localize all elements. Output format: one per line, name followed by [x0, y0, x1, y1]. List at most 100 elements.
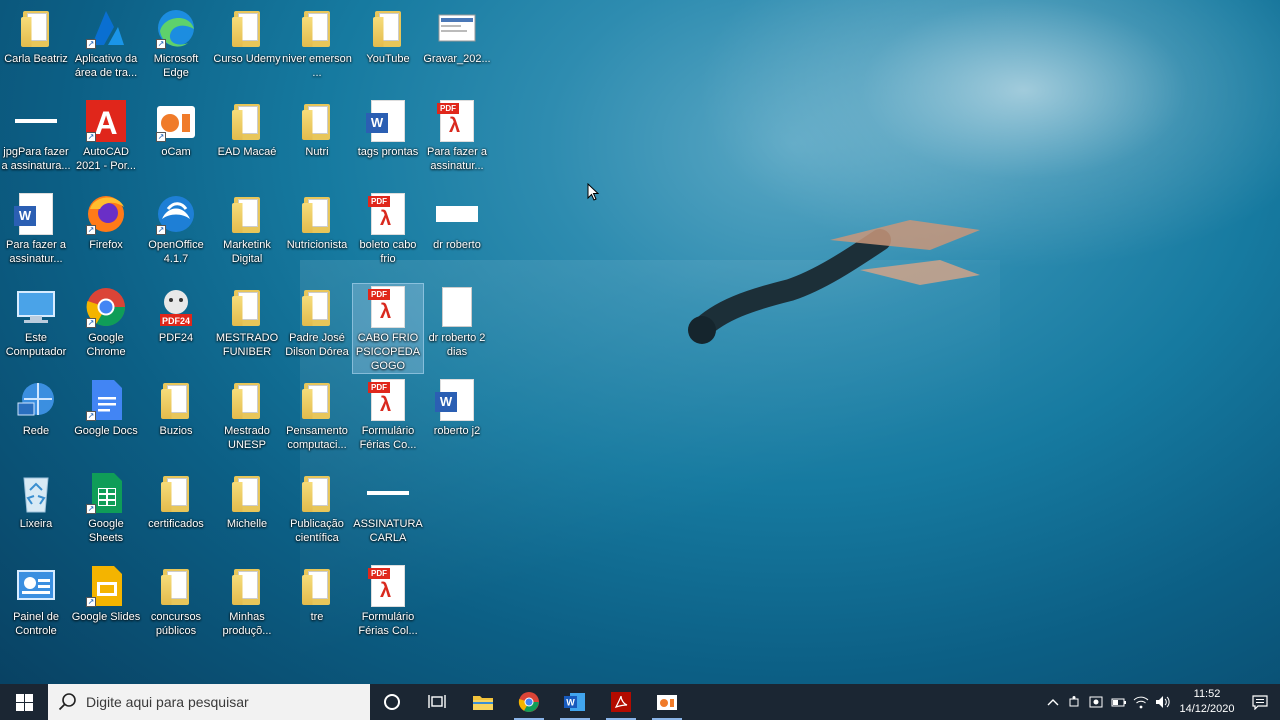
desktop-icon-folder[interactable]: Padre José Dilson Dórea	[282, 284, 352, 359]
desktop-icon-edge[interactable]: ↗ Microsoft Edge	[141, 5, 211, 80]
desktop-icon-folder[interactable]: Minhas produçõ...	[212, 563, 282, 638]
gslides-icon: ↗	[84, 563, 128, 609]
controlpanel-icon	[14, 563, 58, 609]
tray-volume-icon[interactable]	[1152, 684, 1174, 720]
desktop-icon-folder[interactable]: tre	[282, 563, 352, 624]
desktop-icon-pdf[interactable]: PDF λ CABO FRIO PSICOPEDAGOGO	[352, 283, 424, 374]
desktop-icon-blank[interactable]: dr roberto 2 dias	[422, 284, 492, 359]
folder-icon	[225, 470, 269, 516]
desktop-icon-autocad[interactable]: A ↗ AutoCAD 2021 - Por...	[71, 98, 141, 173]
gdocs-icon: ↗	[84, 377, 128, 423]
search-icon	[58, 693, 76, 711]
desktop-icon-pdf[interactable]: PDF λ boleto cabo frio	[353, 191, 423, 266]
desktop-icon-label: tags prontas	[357, 146, 419, 158]
taskbar-clock[interactable]: 11:52 14/12/2020	[1174, 687, 1240, 717]
desktop-icon-folder[interactable]: YouTube	[353, 5, 423, 66]
desktop-icon-gsheets[interactable]: ↗ Google Sheets	[71, 470, 141, 545]
desktop-icon-folder[interactable]: niver emerson ...	[282, 5, 352, 80]
desktop-icon-bar[interactable]: jpgPara fazer a assinatura...	[1, 98, 71, 173]
desktop-icon-folder[interactable]: Nutri	[282, 98, 352, 159]
desktop-icon-folder[interactable]: Buzios	[141, 377, 211, 438]
desktop-icon-gslides[interactable]: ↗ Google Slides	[71, 563, 141, 624]
desktop-icon-label: Carla Beatriz	[4, 53, 68, 65]
clock-time: 11:52	[1193, 688, 1221, 700]
desktop-icon-label: Google Chrome	[86, 332, 126, 358]
taskbar-word[interactable]: W	[552, 684, 598, 720]
desktop-icon-word[interactable]: Wtags prontas	[353, 98, 423, 159]
desktop-icon-controlpanel[interactable]: Painel de Controle	[1, 563, 71, 638]
taskbar-acrobat[interactable]	[598, 684, 644, 720]
desktop-icon-chrome[interactable]: ↗ Google Chrome	[71, 284, 141, 359]
desktop-icon-folder[interactable]: EAD Macaé	[212, 98, 282, 159]
desktop-icon-label: oCam	[161, 146, 191, 158]
desktop-icon-folder[interactable]: Marketink Digital	[212, 191, 282, 266]
taskbar-ocam[interactable]	[644, 684, 690, 720]
desktop-icon-folder[interactable]: Curso Udemy	[212, 5, 282, 66]
desktop-icon-word[interactable]: W Para fazer a assinatur...	[1, 191, 71, 266]
desktop-icon-pdf[interactable]: PDF λ Formulário Férias Co...	[353, 377, 423, 452]
chrome-icon: ↗	[84, 284, 128, 330]
tray-overflow-chevron-icon[interactable]	[1042, 684, 1064, 720]
computer-icon	[14, 284, 58, 330]
cortana-circle-icon	[384, 694, 400, 710]
desktop-icon-folder[interactable]: Nutricionista	[282, 191, 352, 252]
desktop-icon-label: ASSINATURA CARLA	[353, 518, 423, 544]
pdf-icon: PDF λ	[435, 98, 479, 144]
chrome-icon	[518, 692, 539, 712]
taskbar-chrome[interactable]	[506, 684, 552, 720]
desktop-icon-pdf24[interactable]: PDF24 PDF24	[141, 284, 211, 345]
desktop-icon-pdf[interactable]: PDF λ Formulário Férias Col...	[353, 563, 423, 638]
folder-icon	[154, 377, 198, 423]
recycle-icon	[14, 470, 58, 516]
search-input[interactable]	[86, 694, 366, 710]
desktop-icon-folder[interactable]: MESTRADO FUNIBER	[212, 284, 282, 359]
word-icon: W	[435, 377, 479, 423]
desktop-icon-network[interactable]: Rede	[1, 377, 71, 438]
folder-icon	[154, 470, 198, 516]
desktop-icon-azure[interactable]: ↗ Aplicativo da área de tra...	[71, 5, 141, 80]
desktop-icon-openoffice[interactable]: ↗ OpenOffice 4.1.7	[141, 191, 211, 266]
desktop-icon-pdf[interactable]: PDF λ Para fazer a assinatur...	[422, 98, 492, 173]
desktop-icon-widewhite[interactable]: dr roberto	[422, 191, 492, 252]
desktop-icon-bar[interactable]: ASSINATURA CARLA	[353, 470, 423, 545]
autocad-icon: A ↗	[84, 98, 128, 144]
desktop-icon-label: boleto cabo frio	[359, 239, 417, 265]
tray-meet-now-icon[interactable]	[1064, 684, 1086, 720]
desktop-icon-folder[interactable]: Michelle	[212, 470, 282, 531]
action-center-button[interactable]	[1240, 684, 1280, 720]
desktop-icon-gdocs[interactable]: ↗ Google Docs	[71, 377, 141, 438]
desktop-icon-label: Nutricionista	[286, 239, 348, 251]
tray-wifi-icon[interactable]	[1130, 684, 1152, 720]
tray-webcam-icon[interactable]	[1086, 684, 1108, 720]
desktop-icon-folder[interactable]: Carla Beatriz	[1, 5, 71, 66]
taskbar-search-box[interactable]	[48, 684, 370, 720]
desktop-icon-folder[interactable]: certificados	[141, 470, 211, 531]
desktop-icon-screenshot[interactable]: Gravar_202...	[422, 5, 492, 66]
desktop-icon-label: Para fazer a assinatur...	[6, 239, 66, 265]
desktop-icon-ocam[interactable]: ↗ oCam	[141, 98, 211, 159]
desktop-icon-label: Minhas produçõ...	[222, 611, 272, 637]
desktop-icon-folder[interactable]: concursos públicos	[141, 563, 211, 638]
network-icon	[14, 377, 58, 423]
desktop-icon-folder[interactable]: Mestrado UNESP	[212, 377, 282, 452]
folder-icon	[225, 191, 269, 237]
desktop-icon-folder[interactable]: Publicação científica	[282, 470, 352, 545]
folder-icon	[225, 5, 269, 51]
start-button[interactable]	[0, 684, 48, 720]
tray-battery-icon[interactable]	[1108, 684, 1130, 720]
cortana-button[interactable]	[370, 684, 414, 720]
desktop-icon-label: Michelle	[226, 518, 268, 530]
task-view-button[interactable]	[414, 684, 460, 720]
widewhite-icon	[435, 191, 479, 237]
taskbar-file-explorer[interactable]	[460, 684, 506, 720]
desktop-icon-firefox[interactable]: ↗ Firefox	[71, 191, 141, 252]
folder-icon	[295, 563, 339, 609]
desktop-icon-recycle[interactable]: Lixeira	[1, 470, 71, 531]
desktop-icon-label: Painel de Controle	[13, 611, 59, 637]
desktop-icon-word[interactable]: Wroberto j2	[422, 377, 492, 438]
desktop-icon-folder[interactable]: Pensamento computaci...	[282, 377, 352, 452]
task-view-icon	[428, 695, 446, 708]
folder-icon	[295, 5, 339, 51]
svg-text:W: W	[566, 698, 575, 708]
desktop-icon-computer[interactable]: Este Computador	[1, 284, 71, 359]
